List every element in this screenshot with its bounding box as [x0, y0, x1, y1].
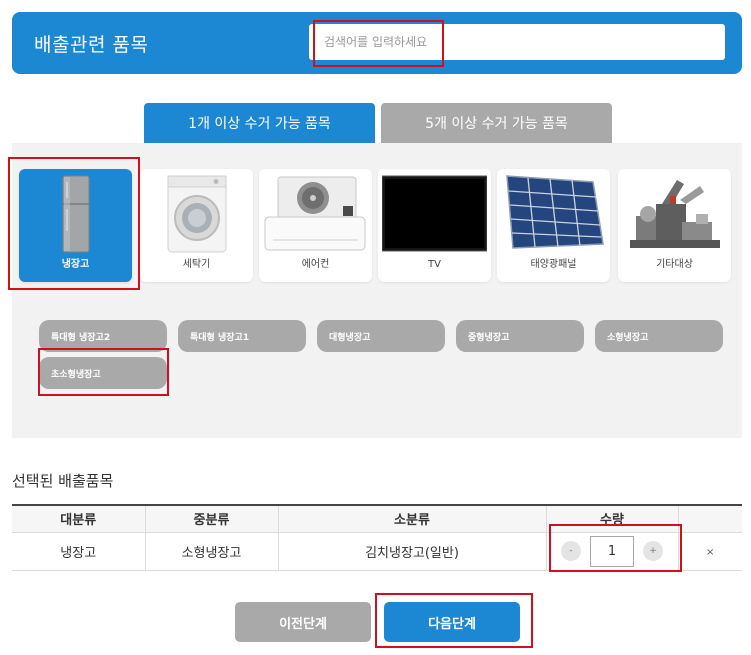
category-misc[interactable]: 기타대상 [618, 169, 731, 282]
cell-delete: × [677, 532, 742, 571]
search-input[interactable] [309, 24, 725, 60]
washing-machine-icon [167, 175, 227, 253]
subcategory-chip[interactable]: 특대형 냉장고2 [39, 320, 167, 352]
column-header-quantity: 수량 [545, 504, 678, 533]
category-washing-machine[interactable]: 세탁기 [140, 169, 253, 282]
tab-one-or-more[interactable]: 1개 이상 수거 가능 품목 [144, 103, 375, 143]
column-header-middle: 중분류 [144, 504, 278, 533]
delete-row-button[interactable]: × [706, 547, 714, 558]
header-bar: 배출관련 품목 [12, 12, 742, 74]
decrement-button[interactable]: - [561, 541, 581, 561]
previous-step-button[interactable]: 이전단계 [235, 602, 371, 642]
selected-items-table: 대분류 중분류 소분류 수량 냉장고 소형냉장고 김치냉장고(일반) - + × [12, 504, 742, 571]
increment-button[interactable]: + [643, 541, 663, 561]
subcategory-chip-selected[interactable]: 초소형냉장고 [39, 357, 167, 389]
solar-panel-icon [506, 175, 604, 249]
subcategory-chip[interactable]: 중형냉장고 [456, 320, 584, 352]
category-label: 기타대상 [656, 259, 693, 270]
category-solar-panel[interactable]: 태양광패널 [497, 169, 610, 282]
category-air-conditioner[interactable]: 에어컨 [259, 169, 372, 282]
category-label: TV [428, 259, 441, 270]
page-title: 배출관련 품목 [34, 34, 149, 56]
category-label: 세탁기 [182, 259, 211, 270]
misc-items-icon [630, 180, 720, 248]
refrigerator-icon [62, 175, 90, 253]
subcategory-chip[interactable]: 소형냉장고 [595, 320, 723, 352]
category-refrigerator[interactable]: 냉장고 [19, 169, 132, 282]
category-label: 태양광패널 [530, 259, 577, 270]
cell-middle: 소형냉장고 [144, 532, 278, 571]
category-label: 냉장고 [61, 259, 90, 270]
category-tv[interactable]: TV [378, 169, 491, 282]
column-header-major: 대분류 [12, 504, 145, 533]
tv-icon [382, 175, 487, 252]
table-header-row: 대분류 중분류 소분류 수량 [12, 504, 742, 533]
subcategory-chip[interactable]: 대형냉장고 [317, 320, 445, 352]
air-conditioner-icon [264, 176, 366, 251]
cell-minor: 김치냉장고(일반) [277, 532, 546, 571]
next-step-button[interactable]: 다음단계 [384, 602, 520, 642]
cell-major: 냉장고 [12, 532, 145, 571]
category-label: 에어컨 [301, 259, 330, 270]
column-header-delete [677, 504, 742, 533]
selected-items-title: 선택된 배출품목 [12, 472, 114, 490]
column-header-minor: 소분류 [277, 504, 546, 533]
cell-quantity: - + [545, 532, 678, 571]
subcategory-chip[interactable]: 특대형 냉장고1 [178, 320, 306, 352]
tab-five-or-more[interactable]: 5개 이상 수거 가능 품목 [381, 103, 612, 143]
quantity-stepper: - + [561, 535, 663, 567]
quantity-input[interactable] [590, 535, 634, 567]
table-row: 냉장고 소형냉장고 김치냉장고(일반) - + × [12, 532, 742, 571]
